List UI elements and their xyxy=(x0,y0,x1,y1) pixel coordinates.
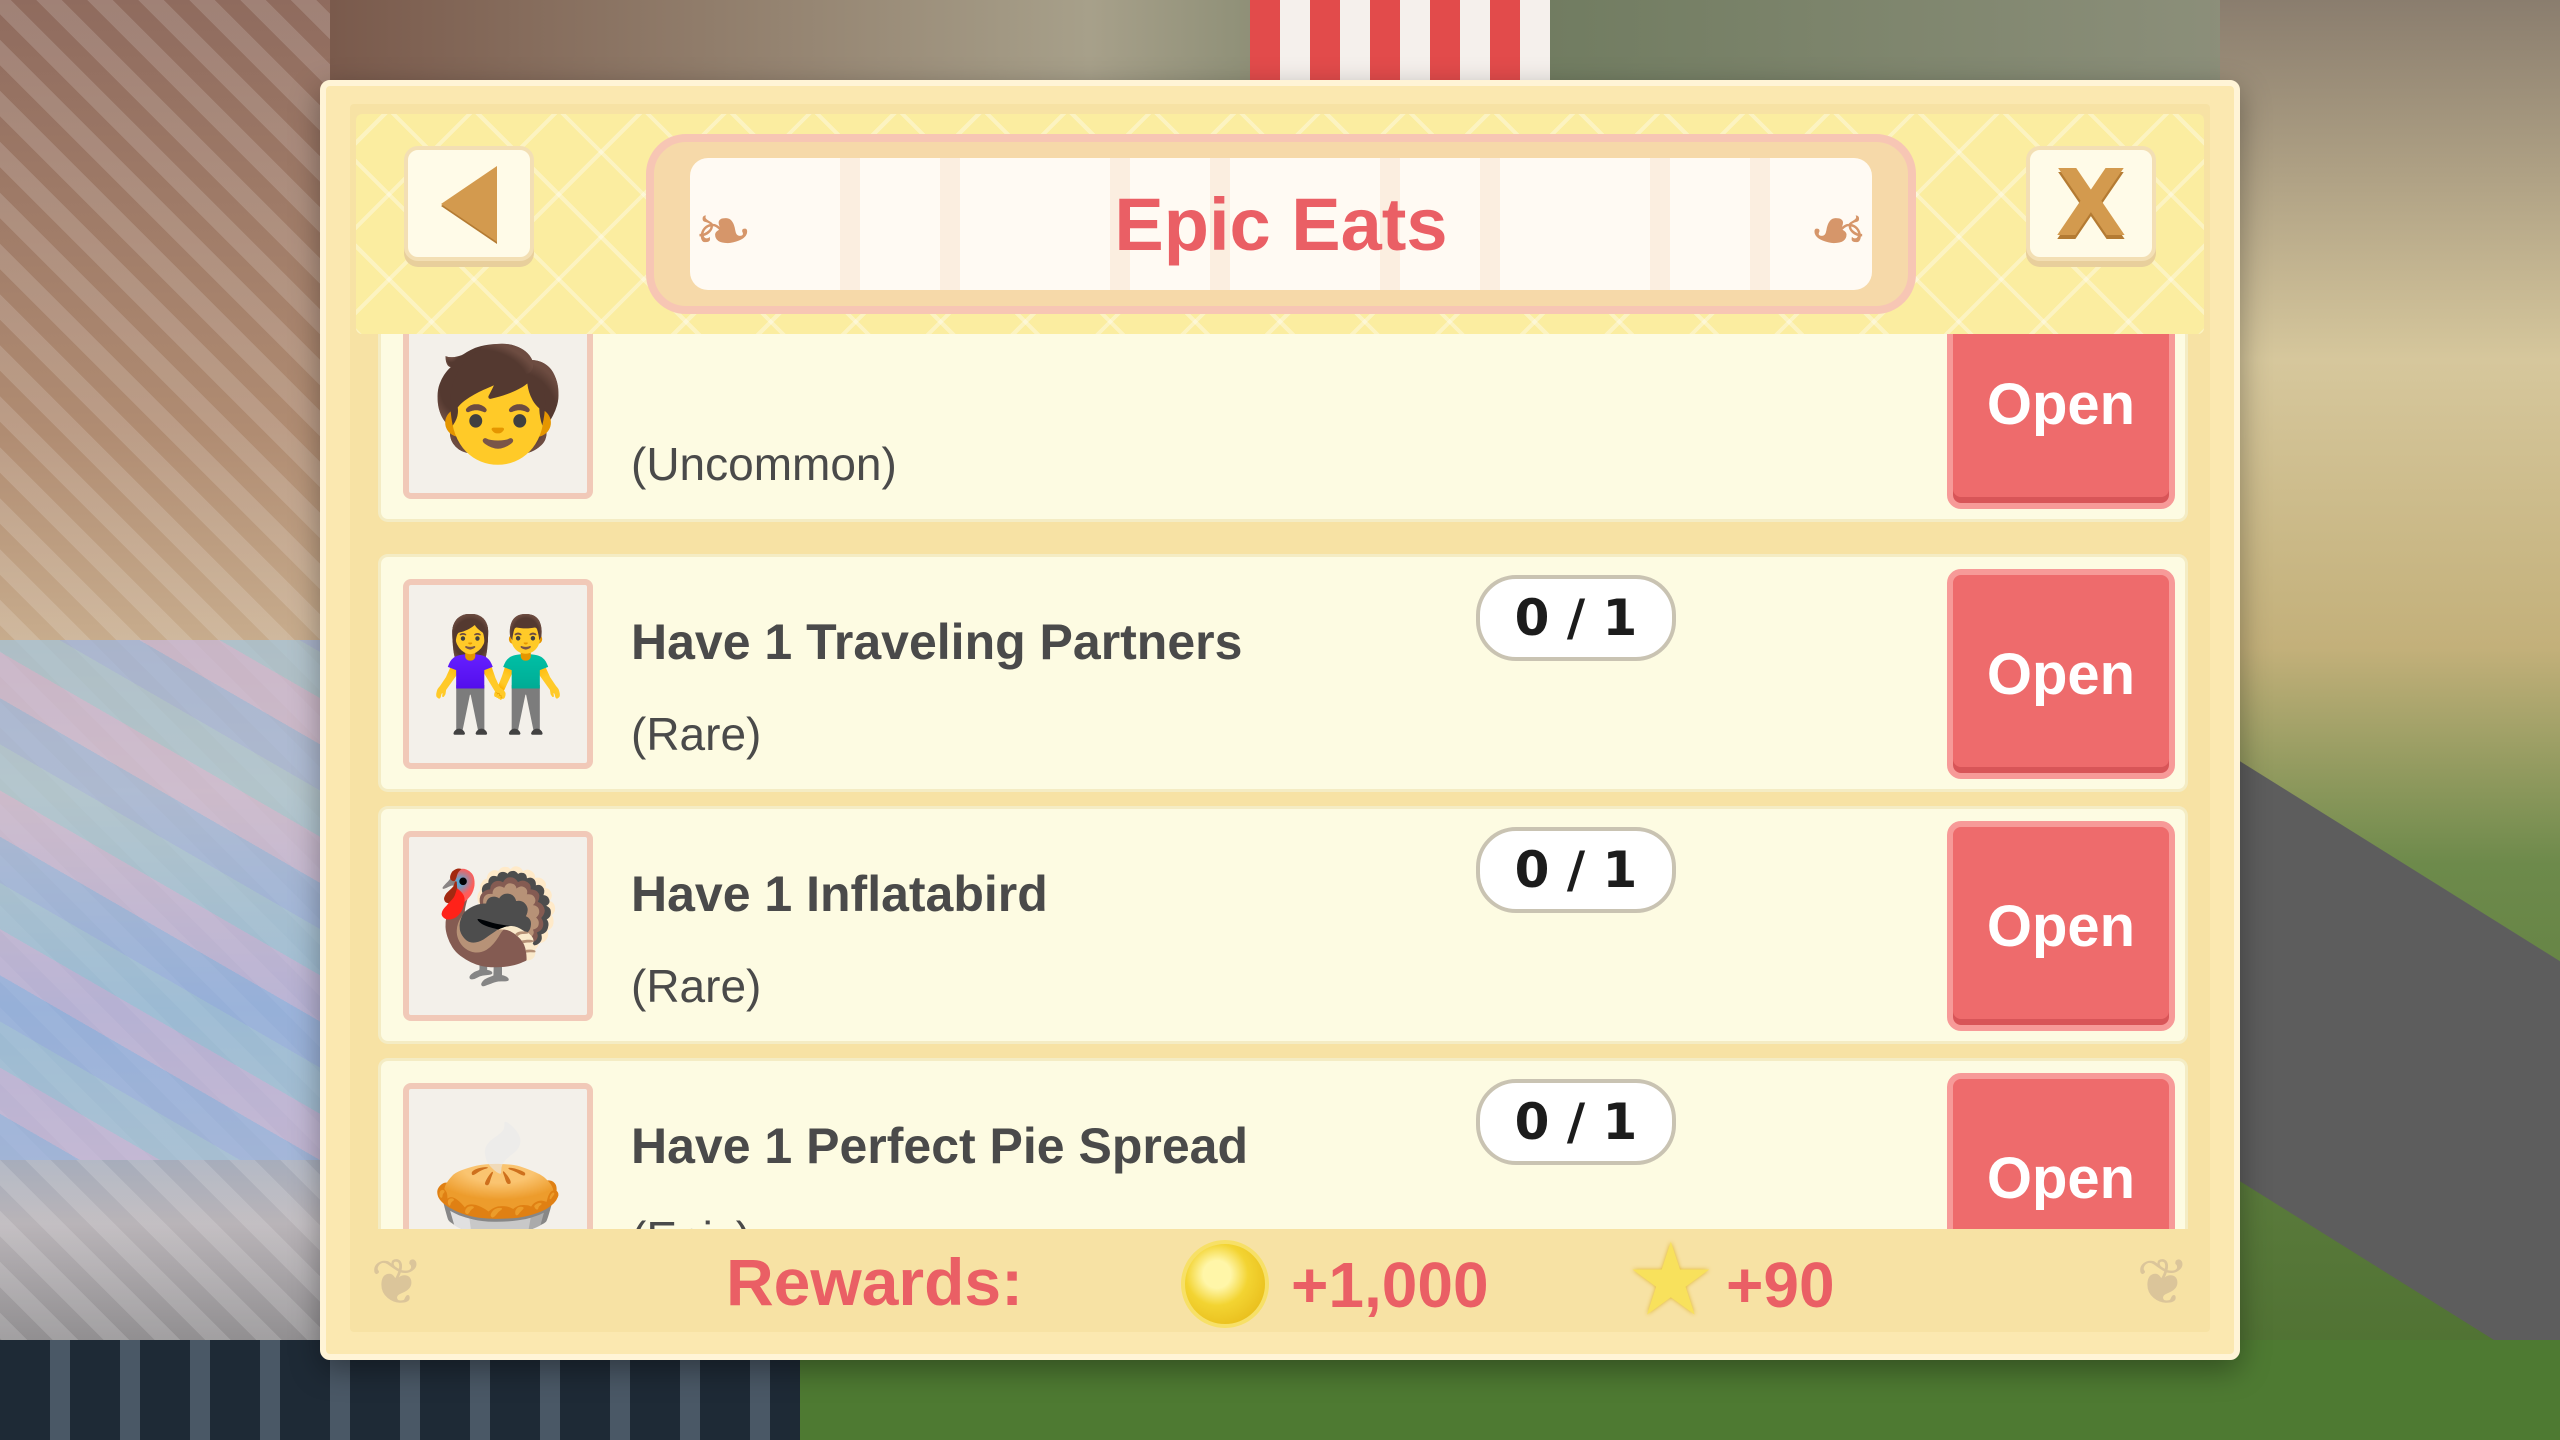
close-button[interactable]: X xyxy=(2026,146,2156,261)
rewards-bar: Rewards: +1,000 ★ +90 xyxy=(326,1230,2246,1346)
title-plate: ❧ ❧ Epic Eats xyxy=(646,134,1916,314)
open-button[interactable]: Open xyxy=(1947,821,2175,1031)
task-row: 🦃 Have 1 Inflatabird (Rare) 0 / 1 Open xyxy=(378,806,2188,1044)
task-rarity: (Epic) xyxy=(631,1211,751,1229)
back-arrow-icon xyxy=(441,165,497,242)
traveling-partners-icon: 👫 xyxy=(403,579,593,769)
turkey-icon: 🦃 xyxy=(403,831,593,1021)
back-button[interactable] xyxy=(404,146,534,261)
open-button[interactable]: Open xyxy=(1947,1073,2175,1229)
task-title: Have 1 Traveling Partners xyxy=(631,614,1243,670)
open-button[interactable]: Open xyxy=(1947,334,2175,509)
task-progress: 0 / 1 xyxy=(1476,575,1676,661)
dialog-title: Epic Eats xyxy=(1114,182,1448,266)
leaf-ornament-icon: ❧ xyxy=(694,190,753,272)
task-rarity: (Uncommon) xyxy=(631,438,897,490)
close-icon: X xyxy=(2055,149,2127,257)
coin-icon xyxy=(1181,1240,1269,1328)
task-list[interactable]: 🧒 (Uncommon) Open 👫 Have 1 Traveling Par… xyxy=(378,334,2188,1229)
star-icon: ★ xyxy=(1626,1221,1716,1338)
traveling-kids-icon: 🧒 xyxy=(403,334,593,499)
task-row: 🥧 Have 1 Perfect Pie Spread (Epic) 0 / 1… xyxy=(378,1058,2188,1229)
rewards-label: Rewards: xyxy=(726,1245,1024,1319)
cafe-floor xyxy=(0,640,330,1160)
striped-awning xyxy=(1250,0,1550,80)
task-row: 👫 Have 1 Traveling Partners (Rare) 0 / 1… xyxy=(378,554,2188,792)
epic-eats-dialog: ❦ ❦ ❦ ❦ ❧ ❧ Epic Eats X 🧒 (Uncommon) Ope… xyxy=(320,80,2240,1360)
task-row: 🧒 (Uncommon) Open xyxy=(378,334,2188,522)
task-progress: 0 / 1 xyxy=(1476,1079,1676,1165)
coin-reward: +1,000 xyxy=(1291,1249,1489,1321)
task-progress: 0 / 1 xyxy=(1476,827,1676,913)
open-button[interactable]: Open xyxy=(1947,569,2175,779)
pie-table-icon: 🥧 xyxy=(403,1083,593,1229)
task-title: Have 1 Inflatabird xyxy=(631,866,1048,922)
star-reward: +90 xyxy=(1726,1249,1835,1321)
task-rarity: (Rare) xyxy=(631,708,762,760)
task-title: Have 1 Perfect Pie Spread xyxy=(631,1118,1248,1174)
task-rarity: (Rare) xyxy=(631,960,762,1012)
leaf-ornament-icon: ❧ xyxy=(1809,190,1868,272)
